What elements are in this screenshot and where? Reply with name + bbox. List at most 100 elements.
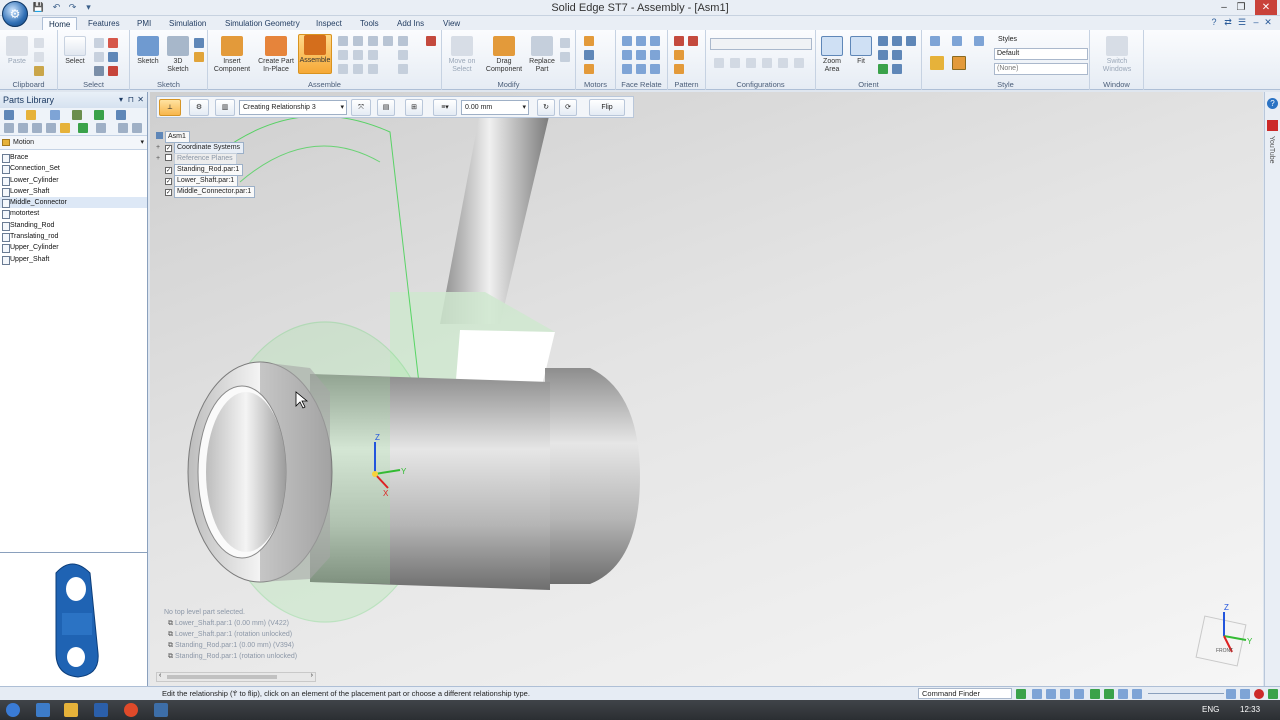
assemble-tool-icon-6[interactable] xyxy=(426,36,436,46)
3d-sketch-button[interactable]: 3D Sketch xyxy=(164,36,192,74)
library-search-icon[interactable] xyxy=(132,123,142,133)
minimize-icon[interactable]: – xyxy=(1216,0,1232,15)
expand-icon[interactable]: + xyxy=(156,154,163,164)
face-relate-icon-3[interactable] xyxy=(650,36,660,46)
relationship-row[interactable]: ⧉ Lower_Shaft.par:1 (rotation unlocked) xyxy=(168,630,292,640)
select-tool-icon-2[interactable] xyxy=(108,38,118,48)
status-view-icon-5[interactable] xyxy=(1226,689,1236,699)
tree-item-reference-planes[interactable]: + Reference Planes xyxy=(156,153,237,165)
record-icon[interactable] xyxy=(1254,689,1264,699)
view-style-icon-2[interactable] xyxy=(952,36,962,46)
face-relate-icon-6[interactable] xyxy=(650,50,660,60)
scroll-right-icon[interactable]: › xyxy=(311,672,313,679)
pattern-icon-1[interactable] xyxy=(674,36,684,46)
visibility-checkbox[interactable]: ✓ xyxy=(165,178,172,185)
visibility-checkbox[interactable]: ✓ xyxy=(165,167,172,174)
pane-close-icon[interactable]: ✕ xyxy=(137,92,144,108)
visibility-checkbox[interactable]: ✓ xyxy=(165,145,172,152)
status-view-icon-6[interactable] xyxy=(1240,689,1250,699)
sketch-tool-icon-1[interactable] xyxy=(194,38,204,48)
status-view-icon-2[interactable] xyxy=(1104,689,1114,699)
motor-icon-1[interactable] xyxy=(584,36,594,46)
relationship-select[interactable]: Creating Relationship 3 ▾ xyxy=(239,100,347,115)
tab-features[interactable]: Features xyxy=(82,17,126,30)
fit-button[interactable]: Fit xyxy=(848,36,874,66)
tab-tools[interactable]: Tools xyxy=(354,17,385,30)
paste-button[interactable]: Paste xyxy=(5,36,29,66)
library-tool-icon-7[interactable] xyxy=(4,123,14,133)
application-button[interactable]: ⚙ xyxy=(2,1,28,27)
pane-menu-icon[interactable]: ▾ xyxy=(119,92,123,108)
library-tool-icon-4[interactable] xyxy=(72,110,82,120)
close-icon[interactable]: ✕ xyxy=(1255,0,1277,15)
view-style-icon-3[interactable] xyxy=(974,36,984,46)
orient-icon-4[interactable] xyxy=(878,50,888,60)
zoom-area-button[interactable]: Zoom Area xyxy=(818,36,846,74)
library-tool-icon-13[interactable] xyxy=(96,123,106,133)
face-relate-icon-1[interactable] xyxy=(622,36,632,46)
status-pan-icon[interactable] xyxy=(1060,689,1070,699)
list-item[interactable]: Brace xyxy=(0,152,147,164)
cut-icon[interactable] xyxy=(34,38,44,48)
assemble-tool-icon-1[interactable] xyxy=(338,36,348,46)
graphics-window[interactable]: Z Y X Z Y FRONT xyxy=(150,92,1263,686)
tree-item-lower-shaft[interactable]: ✓ Lower_Shaft.par:1 xyxy=(165,175,239,187)
format-painter-icon[interactable] xyxy=(34,66,44,76)
doc-close-icon[interactable]: ✕ xyxy=(1262,16,1274,29)
copy-icon[interactable] xyxy=(34,52,44,62)
assemble-tool-icon-4[interactable] xyxy=(383,36,393,46)
library-tool-icon-12[interactable] xyxy=(78,123,88,133)
restore-icon[interactable]: ❐ xyxy=(1233,0,1249,15)
config-icon-3[interactable] xyxy=(746,58,756,68)
menu-icon[interactable]: ☰ xyxy=(1236,16,1248,29)
library-tool-icon-6[interactable] xyxy=(116,110,126,120)
relationship-list-scrollbar[interactable]: ‹ › xyxy=(156,672,316,682)
list-item[interactable]: Upper_Cylinder xyxy=(0,242,147,254)
config-icon-6[interactable] xyxy=(794,58,804,68)
list-item[interactable]: Middle_Connector xyxy=(0,197,147,209)
taskbar-chrome-icon[interactable] xyxy=(124,703,138,717)
status-play-icon[interactable] xyxy=(1268,689,1278,699)
relationship-type-dropdown[interactable]: ⤧ xyxy=(351,99,371,116)
start-icon[interactable] xyxy=(6,703,20,717)
style-none-select[interactable]: (None) xyxy=(994,63,1088,75)
tab-view[interactable]: View xyxy=(437,17,466,30)
assemble-tool-icon-9[interactable] xyxy=(368,50,378,60)
sketch-tool-icon-2[interactable] xyxy=(194,52,204,62)
tab-home[interactable]: Home xyxy=(42,17,78,30)
create-part-in-place-button[interactable]: Create Part In-Place xyxy=(254,36,298,74)
rotate-lock-button[interactable]: ⟳ xyxy=(559,99,577,116)
forward-icon[interactable] xyxy=(46,123,56,133)
style-default-select[interactable]: Default xyxy=(994,48,1088,60)
drag-component-button[interactable]: Drag Component xyxy=(482,36,526,74)
assemble-tool-icon-14[interactable] xyxy=(398,64,408,74)
library-tool-icon-2[interactable] xyxy=(26,110,36,120)
relationship-row[interactable]: ⧉ Standing_Rod.par:1 (0.00 mm) (V394) xyxy=(168,641,294,651)
back-icon[interactable] xyxy=(32,123,42,133)
offset-type-dropdown[interactable]: ≡▾ xyxy=(433,99,457,116)
list-item[interactable]: motortest xyxy=(0,208,147,220)
tab-inspect[interactable]: Inspect xyxy=(310,17,348,30)
assemble-tool-icon-12[interactable] xyxy=(353,64,363,74)
help-circle-icon[interactable]: ? xyxy=(1267,98,1278,109)
select-tool-icon-5[interactable] xyxy=(94,66,104,76)
status-rotate-icon[interactable] xyxy=(1074,689,1084,699)
assemble-tool-icon-8[interactable] xyxy=(353,50,363,60)
assemble-tool-icon-2[interactable] xyxy=(353,36,363,46)
pattern-icon-2[interactable] xyxy=(688,36,698,46)
pan-icon[interactable] xyxy=(892,36,902,46)
clock[interactable]: 12:33 xyxy=(1240,705,1260,714)
taskbar-app-icon[interactable] xyxy=(94,703,108,717)
face-relate-icon-2[interactable] xyxy=(636,36,646,46)
taskbar-ie-icon[interactable] xyxy=(36,703,50,717)
scroll-left-icon[interactable]: ‹ xyxy=(159,672,161,679)
library-tool-icon-3[interactable] xyxy=(50,110,60,120)
youtube-icon[interactable] xyxy=(1267,120,1278,131)
status-view-icon-4[interactable] xyxy=(1132,689,1142,699)
view-cube[interactable]: Z Y FRONT xyxy=(1195,603,1253,667)
list-item[interactable]: Lower_Shaft xyxy=(0,186,147,198)
pin-icon[interactable]: ⊓ xyxy=(128,92,134,108)
select-tool-icon-3[interactable] xyxy=(94,52,104,62)
library-tool-icon-14[interactable] xyxy=(118,123,128,133)
shaded-edges-icon[interactable] xyxy=(952,56,966,70)
